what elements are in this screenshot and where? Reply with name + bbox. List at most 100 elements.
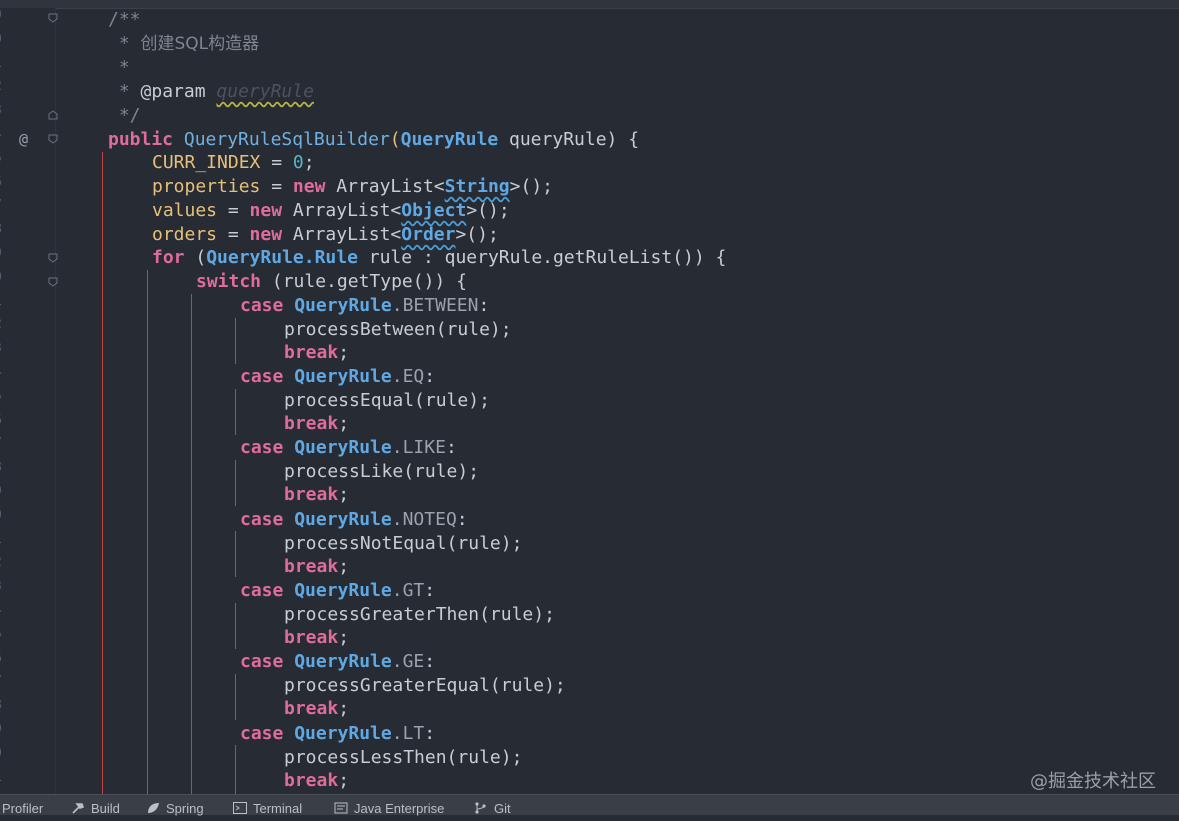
- keyword: case: [240, 295, 284, 316]
- code-line[interactable]: orders = new ArrayList<Order>();: [152, 223, 499, 247]
- keyword: break: [284, 413, 339, 434]
- implements-annotation-icon[interactable]: @: [19, 127, 28, 151]
- method-call: processEqual(rule);: [284, 390, 490, 411]
- method-call: processLessThen(rule);: [284, 747, 523, 768]
- line-number: 6: [0, 171, 10, 195]
- line-number: 6: [0, 647, 10, 671]
- code-line[interactable]: break;: [284, 341, 349, 365]
- profiler-tab[interactable]: Profiler: [2, 801, 43, 821]
- fold-comment-end-icon[interactable]: [47, 109, 58, 120]
- code-line[interactable]: switch (rule.getType()) {: [196, 270, 467, 294]
- fold-method-icon[interactable]: [47, 133, 58, 144]
- method-call: processBetween(rule);: [284, 319, 512, 340]
- code-line[interactable]: processBetween(rule);: [284, 318, 512, 342]
- keyword: for: [152, 247, 185, 268]
- fold-comment-icon[interactable]: [47, 12, 58, 23]
- build-tab[interactable]: Build: [71, 801, 120, 821]
- code-line[interactable]: */: [108, 104, 141, 128]
- terminal-tab[interactable]: Terminal: [233, 801, 302, 821]
- code-text: >();: [455, 224, 499, 245]
- keyword: case: [240, 366, 284, 387]
- code-line[interactable]: *: [108, 56, 130, 80]
- spring-tab[interactable]: Spring: [146, 801, 204, 821]
- keyword: break: [284, 627, 339, 648]
- enum-constant: EQ: [402, 366, 425, 387]
- line-number: 0: [0, 742, 10, 766]
- code-line[interactable]: case QueryRule.GE:: [240, 650, 435, 674]
- keyword: break: [284, 342, 339, 363]
- line-number: 2: [0, 75, 10, 99]
- tool-window-bar: Profiler Build Spring Terminal Java Ente…: [0, 794, 1179, 816]
- code-line[interactable]: break;: [284, 555, 349, 579]
- code-line[interactable]: case QueryRule.LIKE:: [240, 436, 457, 460]
- line-number: 9: [0, 242, 10, 266]
- gutter-separator: [55, 8, 56, 794]
- java-enterprise-tab[interactable]: Java Enterprise: [334, 801, 444, 821]
- enum-constant: LT: [402, 723, 425, 744]
- line-number: 0: [0, 504, 10, 528]
- fold-for-icon[interactable]: [47, 252, 58, 263]
- number-literal: 0: [292, 152, 304, 173]
- code-line[interactable]: case QueryRule.NOTEQ:: [240, 508, 468, 532]
- indent-guide-case: [235, 531, 236, 577]
- method-call: processNotEqual(rule);: [284, 533, 523, 554]
- code-line[interactable]: break;: [284, 483, 349, 507]
- code-line[interactable]: break;: [284, 412, 349, 436]
- comment-star: *: [108, 57, 130, 78]
- line-number: 8: [0, 456, 10, 480]
- code-line[interactable]: public QueryRuleSqlBuilder(QueryRule que…: [108, 128, 639, 152]
- code-line[interactable]: case QueryRule.BETWEEN:: [240, 294, 489, 318]
- field-name: orders: [152, 224, 218, 245]
- keyword: new: [249, 200, 283, 221]
- code-line[interactable]: processEqual(rule);: [284, 389, 490, 413]
- keyword: case: [240, 651, 284, 672]
- line-number: 5: [0, 623, 10, 647]
- code-line[interactable]: CURR_INDEX = 0;: [152, 151, 315, 175]
- fold-switch-icon[interactable]: [47, 276, 58, 287]
- type-name: QueryRule: [294, 295, 392, 316]
- indent-guide-case: [235, 603, 236, 649]
- line-number: 8: [0, 694, 10, 718]
- keyword: case: [240, 723, 284, 744]
- type-name: QueryRule: [400, 129, 499, 150]
- git-tab[interactable]: Git: [474, 801, 511, 821]
- code-text: >();: [509, 176, 554, 197]
- line-number: 1: [0, 766, 10, 790]
- code-line[interactable]: values = new ArrayList<Object>();: [152, 199, 510, 223]
- code-line[interactable]: break;: [284, 697, 349, 721]
- code-line[interactable]: break;: [284, 626, 349, 650]
- type-name: QueryRule: [294, 651, 392, 672]
- code-line[interactable]: properties = new ArrayList<String>();: [152, 175, 553, 199]
- line-number: 1: [0, 528, 10, 552]
- code-line[interactable]: processGreaterEqual(rule);: [284, 674, 566, 698]
- type-name: QueryRule: [294, 437, 392, 458]
- keyword: break: [284, 770, 339, 791]
- line-number: 7: [0, 194, 10, 218]
- git-branch-icon: [474, 802, 488, 814]
- comment-star: *: [108, 33, 141, 54]
- code-line[interactable]: processLessThen(rule);: [284, 746, 522, 770]
- code-text: >();: [466, 200, 510, 221]
- method-name: QueryRuleSqlBuilder: [183, 129, 390, 150]
- indent-guide-case: [235, 318, 236, 364]
- code-line[interactable]: * @param queryRule: [108, 80, 314, 104]
- code-line[interactable]: /**: [108, 8, 141, 32]
- field-name: values: [152, 200, 218, 221]
- line-number: 4: [0, 361, 10, 385]
- line-number: 7: [0, 432, 10, 456]
- code-line[interactable]: processNotEqual(rule);: [284, 532, 522, 556]
- keyword: new: [249, 224, 283, 245]
- code-line[interactable]: for (QueryRule.Rule rule : queryRule.get…: [152, 246, 726, 270]
- keyword: case: [240, 580, 284, 601]
- code-line[interactable]: processLike(rule);: [284, 460, 479, 484]
- enum-constant: GT: [402, 580, 425, 601]
- comment-star: *: [108, 81, 141, 102]
- code-line[interactable]: case QueryRule.EQ:: [240, 365, 435, 389]
- code-line[interactable]: break;: [284, 769, 349, 793]
- indent-guide-for: [147, 270, 148, 794]
- code-line[interactable]: processGreaterThen(rule);: [284, 603, 555, 627]
- code-line[interactable]: case QueryRule.LT:: [240, 722, 435, 746]
- code-line[interactable]: * 创建SQL构造器: [108, 32, 259, 56]
- code-line[interactable]: case QueryRule.GT:: [240, 579, 435, 603]
- indent-guide-switch: [191, 294, 192, 794]
